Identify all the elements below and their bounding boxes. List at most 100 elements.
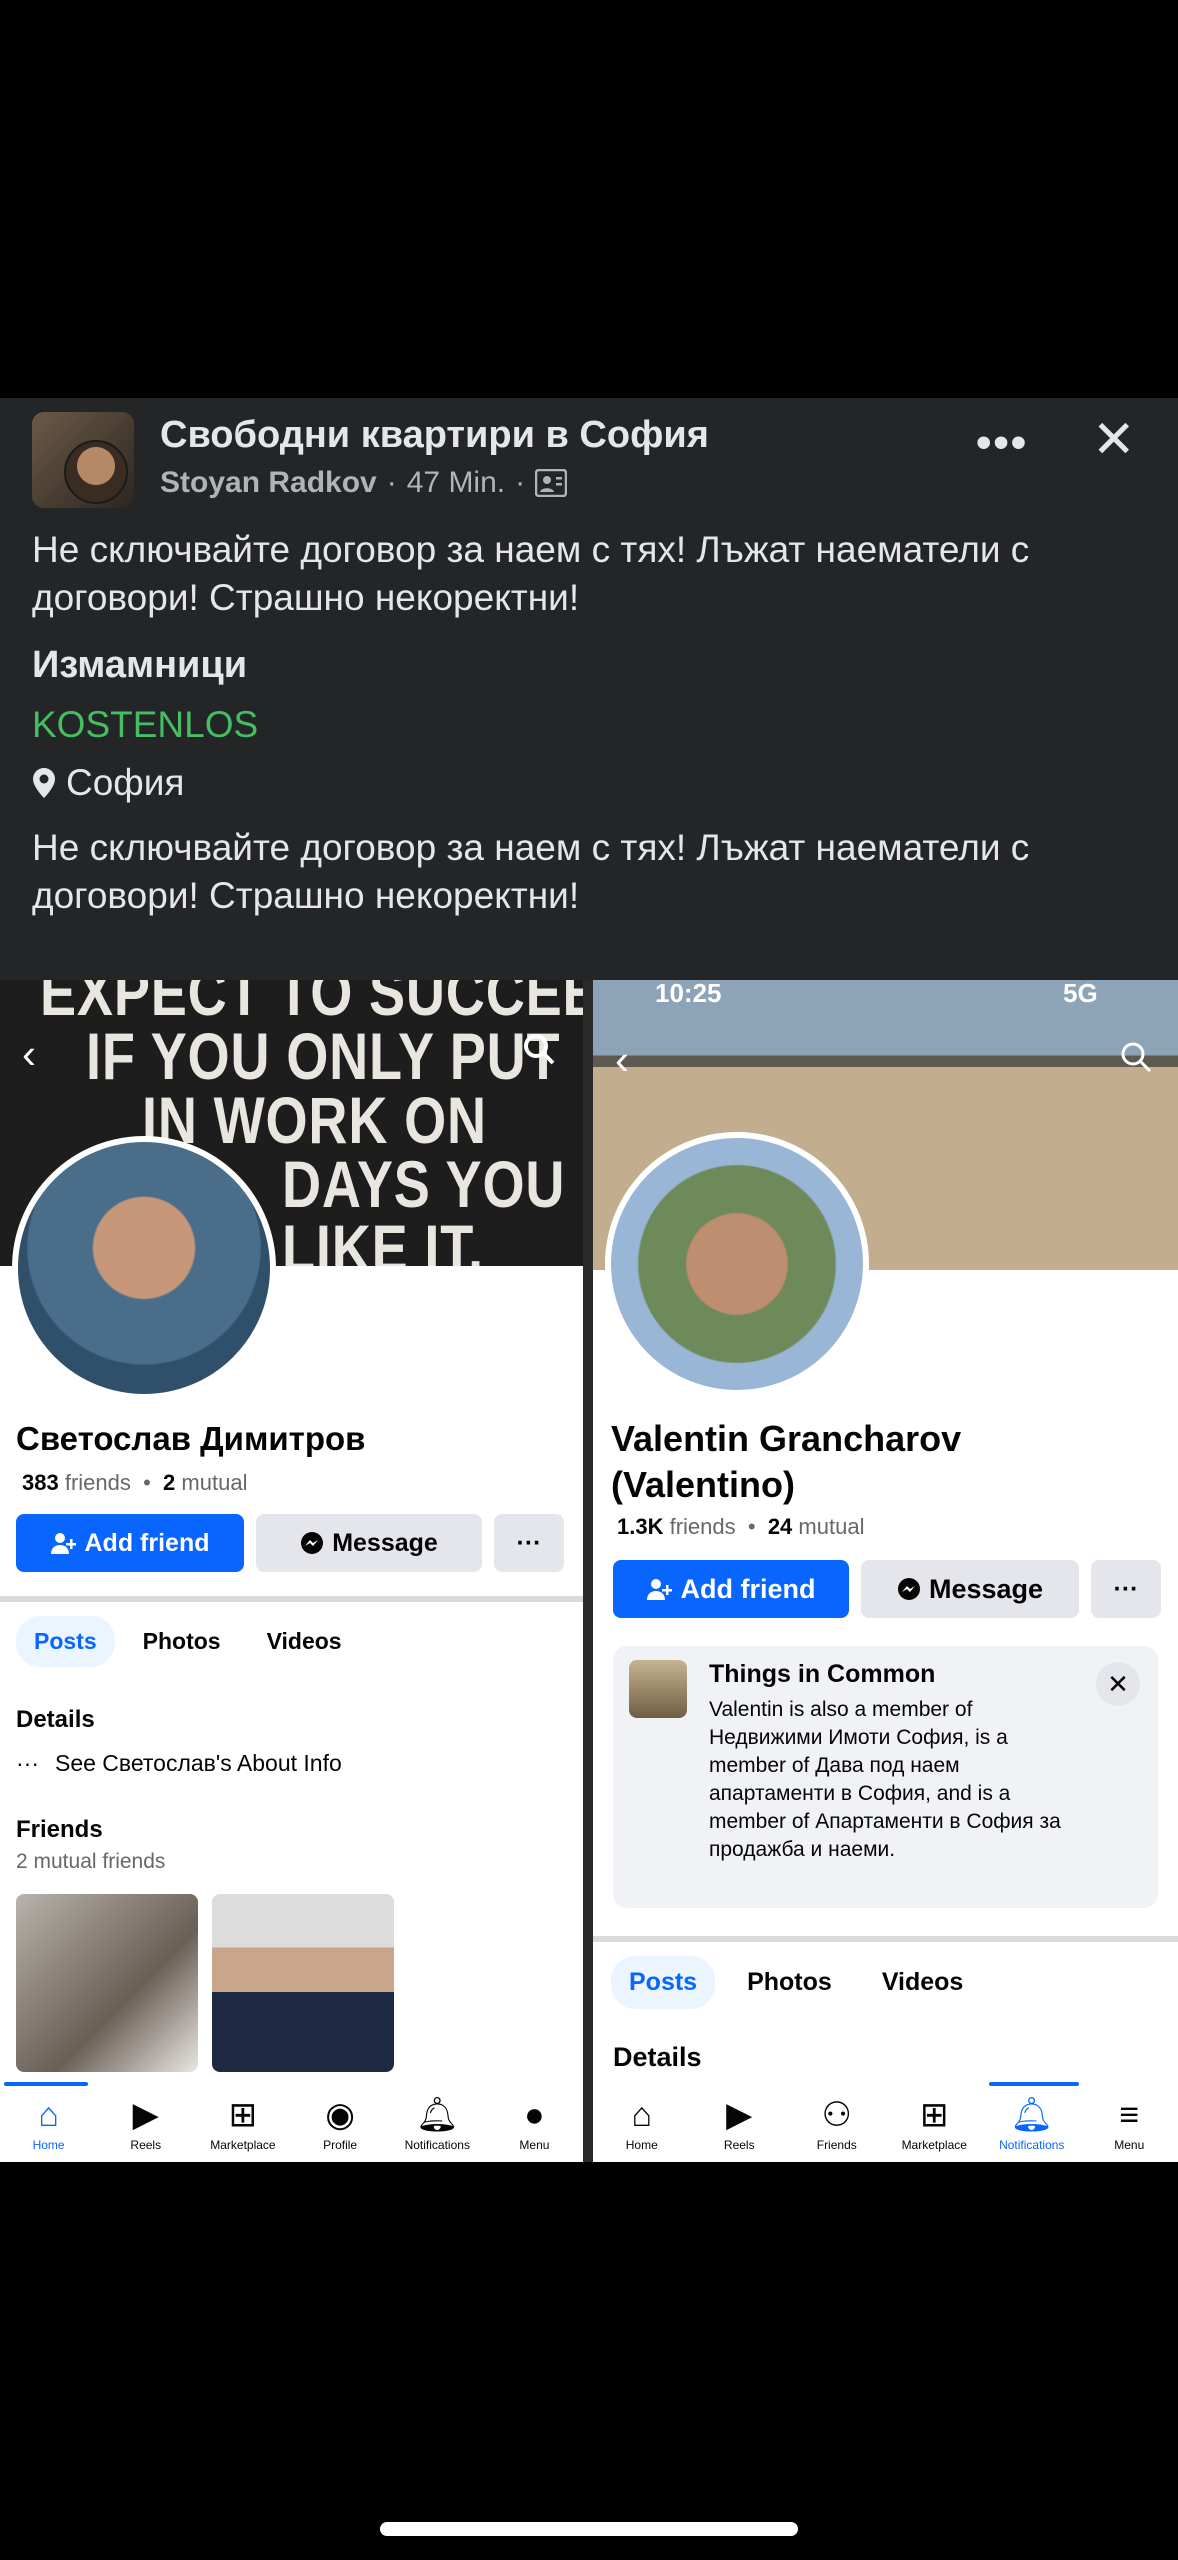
nav-friends[interactable]: ⚇ Friends [788,2082,886,2162]
profile-picture[interactable] [12,1136,276,1400]
search-icon[interactable] [1119,1040,1153,1074]
things-in-common-body: Valentin is also a member of Недвижими И… [709,1698,1061,1861]
meta-dot: · [515,466,526,499]
close-button[interactable]: ✕ [1092,410,1136,470]
nav-marketplace[interactable]: ⊞ Marketplace [886,2082,984,2162]
marketplace-icon: ⊞ [920,2096,949,2134]
listing-title: Измамници [32,644,248,686]
section-divider [593,1936,1178,1942]
location-pin-icon [33,768,55,798]
tab-videos[interactable]: Videos [864,1956,982,2009]
things-in-common-title: Things in Common [709,1660,936,1688]
bell-icon: 🔔︎ [415,2096,459,2134]
marketplace-icon: ⊞ [228,2096,258,2134]
about-link-text: See Светослав's About Info [54,1750,342,1776]
add-friend-button[interactable]: Add friend [613,1560,849,1618]
profile-picture[interactable] [605,1132,869,1396]
mutual-label: mutual [181,1470,248,1495]
friend-counts[interactable]: 383 friends • 2 mutual [22,1470,247,1496]
messenger-icon [897,1578,920,1600]
more-button[interactable]: ··· [1091,1560,1161,1618]
friends-title: Friends [16,1816,103,1843]
profile-tabs: Posts Photos Videos [16,1616,360,1667]
back-icon[interactable]: ‹ [22,1030,36,1078]
add-person-icon [50,1533,76,1554]
nav-notifications[interactable]: 🔔︎ Notifications [389,2082,486,2162]
nav-home[interactable]: ⌂ Home [0,2082,97,2162]
friends-icon: ⚇ [821,2096,852,2134]
nav-reels[interactable]: ▶ Reels [97,2082,194,2162]
nav-notifications[interactable]: 🔔︎ Notifications [983,2082,1081,2162]
about-info-link[interactable]: ··· See Светослав's About Info [16,1750,342,1777]
add-friend-label: Add friend [84,1528,210,1557]
author-name[interactable]: Stoyan Radkov [160,466,377,500]
status-signal: 5G [1063,980,1098,1008]
friend-photo[interactable] [212,1894,394,2072]
friends-count: 1.3K [617,1514,664,1539]
search-icon[interactable] [522,1032,556,1066]
things-in-common-card: Things in Common Valentin is also a memb… [613,1646,1158,1908]
message-button[interactable]: Message [256,1514,482,1572]
post-meta: Stoyan Radkov · 47 Min. · [160,466,568,500]
tab-videos[interactable]: Videos [249,1616,360,1667]
reels-icon: ▶ [726,2096,753,2134]
message-button[interactable]: Message [861,1560,1079,1618]
dismiss-icon[interactable]: ✕ [1096,1662,1140,1706]
add-friend-label: Add friend [680,1573,816,1604]
profile-name: Светослав Димитров [16,1420,366,1457]
meta-dot: · [386,466,397,499]
location-text: София [66,762,185,803]
nav-reels[interactable]: ▶ Reels [691,2082,789,2162]
screenshot: Свободни квартири в София Stoyan Radkov … [0,0,1178,2560]
marketplace-post-card: Свободни квартири в София Stoyan Radkov … [0,398,1178,980]
author-avatar[interactable] [64,440,128,504]
details-title: Details [16,1706,95,1733]
friends-label: friends [64,1470,131,1495]
group-thumbnail [629,1660,687,1718]
nav-home[interactable]: ⌂ Home [593,2082,691,2162]
tab-photos[interactable]: Photos [125,1616,239,1667]
home-icon: ⌂ [631,2096,653,2134]
status-time: 10:25 [655,980,722,1008]
back-icon[interactable]: ‹ [615,1036,629,1084]
more-button[interactable]: ··· [494,1514,564,1572]
group-avatar[interactable] [32,412,134,508]
add-person-icon [646,1579,672,1600]
nav-menu[interactable]: ≡ Menu [1081,2082,1178,2162]
listing-location: София [32,762,184,804]
friends-label: friends [669,1514,736,1539]
tab-posts[interactable]: Posts [16,1616,115,1667]
home-indicator[interactable] [380,2522,798,2536]
friend-photo[interactable] [16,1894,198,2072]
add-friend-button[interactable]: Add friend [16,1514,244,1572]
mutual-label: mutual [798,1514,865,1539]
bottom-nav: ⌂ Home ▶ Reels ⚇ Friends ⊞ Marketplace 🔔︎ Not… [593,2082,1178,2162]
tab-posts[interactable]: Posts [611,1956,716,2009]
post-text: Не сключвайте договор за наем с тях! Лъж… [32,529,1030,618]
nav-marketplace[interactable]: ⊞ Marketplace [194,2082,291,2162]
profile-tabs: Posts Photos Videos [611,1956,981,2009]
home-icon: ⌂ [38,2096,59,2134]
mutual-count: 2 [163,1470,176,1495]
tab-photos[interactable]: Photos [729,1956,850,2009]
message-label: Message [332,1528,438,1557]
nav-menu[interactable]: ● Menu [486,2082,583,2162]
listing-price: KOSTENLOS [32,704,259,745]
mutual-count: 24 [767,1514,793,1539]
bell-icon: 🔔︎ [1010,2096,1054,2134]
screenshot-divider [583,980,593,2162]
about-dots-icon: ··· [16,1750,39,1776]
friend-counts[interactable]: 1.3K friends • 24 mutual [617,1514,864,1540]
reels-icon: ▶ [132,2096,159,2134]
messenger-icon [301,1532,324,1554]
active-tab-indicator [4,2082,88,2086]
group-name[interactable]: Свободни квартири в София [160,414,709,457]
bottom-nav: ⌂ Home ▶ Reels ⊞ Marketplace ◉ Profile 🔔︎ Not… [0,2082,583,2162]
profile-icon: ◉ [325,2096,355,2134]
post-time[interactable]: 47 Min. [407,466,505,500]
menu-avatar-icon: ● [524,2096,545,2134]
nav-profile[interactable]: ◉ Profile [292,2082,389,2162]
more-options-button[interactable]: ••• [976,418,1028,468]
message-label: Message [928,1573,1044,1604]
friends-count: 383 [22,1470,59,1495]
